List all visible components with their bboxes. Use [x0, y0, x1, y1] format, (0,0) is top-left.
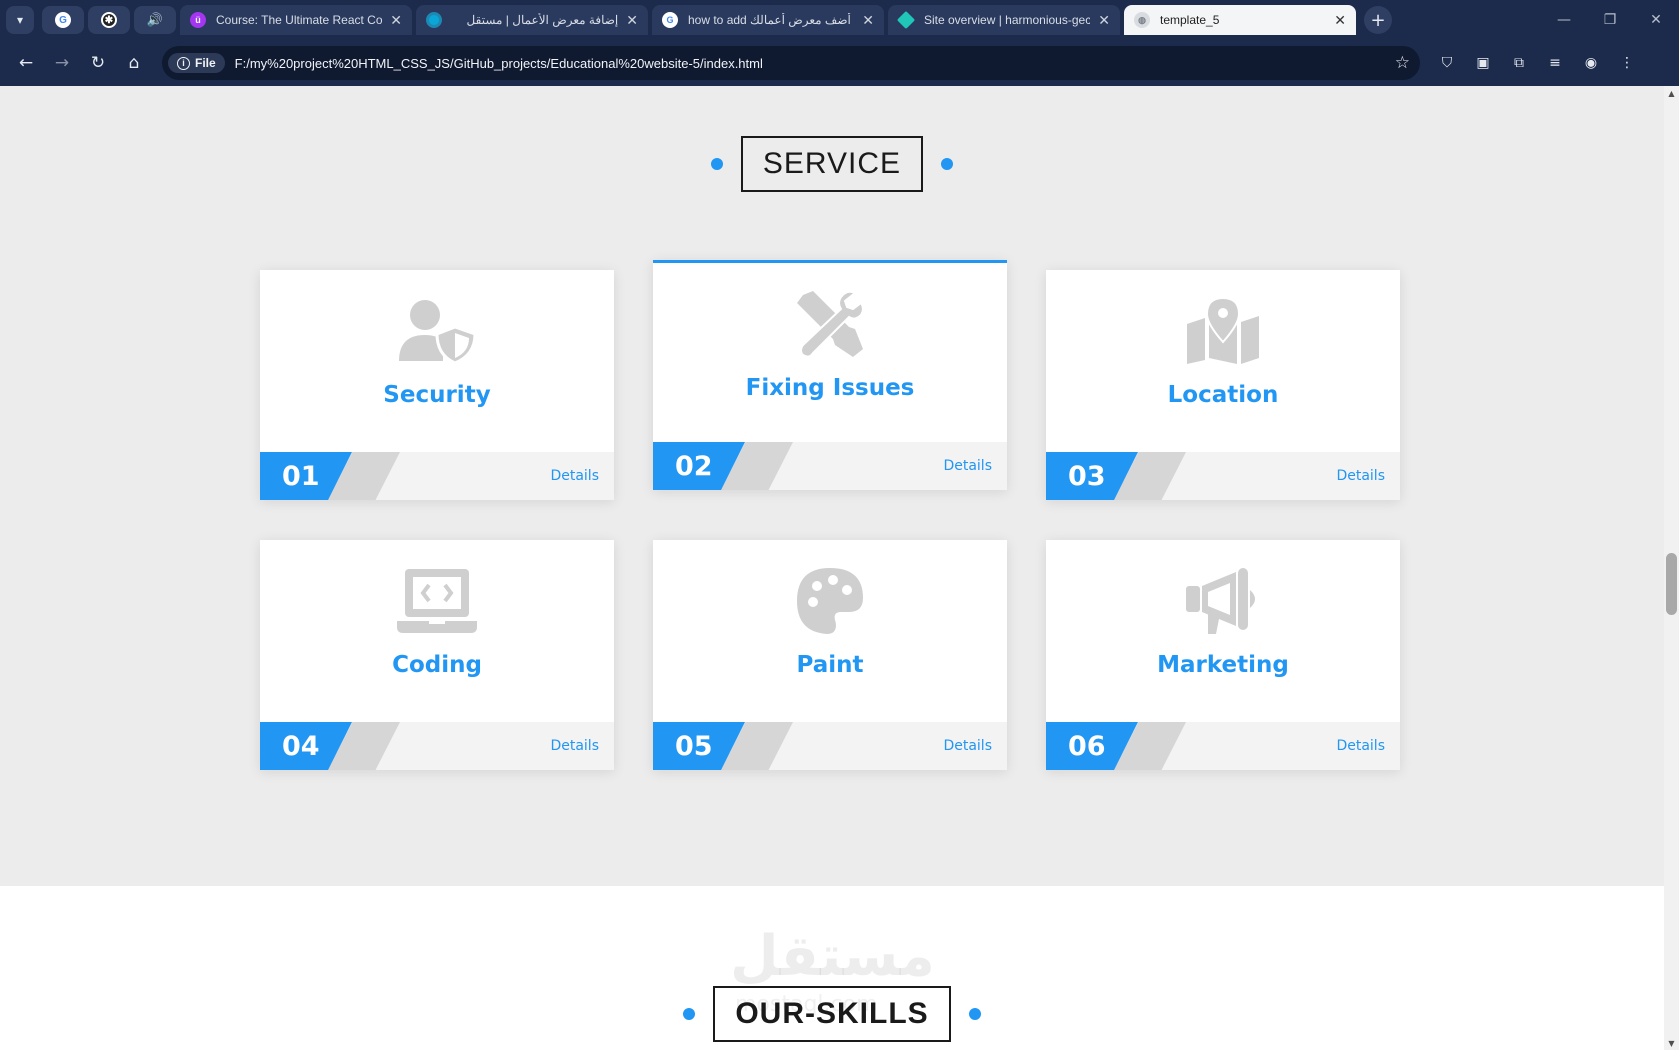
- service-card-security[interactable]: Security 01 Details: [260, 270, 614, 500]
- service-card-fixing-issues[interactable]: Fixing Issues 02 Details: [653, 260, 1007, 490]
- close-icon[interactable]: ✕: [862, 12, 874, 29]
- profile-avatar[interactable]: ◉: [1578, 50, 1604, 76]
- extensions-area: ⛉ ▣ ⧉ ≡ ◉ ⋮: [1434, 50, 1640, 76]
- pinned-tab-audio[interactable]: 🔊: [134, 6, 176, 34]
- close-icon[interactable]: ✕: [1334, 12, 1346, 29]
- vertical-scrollbar[interactable]: ▲ ▼: [1664, 86, 1679, 1050]
- site-info-chip[interactable]: i File: [168, 53, 225, 73]
- tab-title: how to add أضف معرض أعمالك: [688, 13, 851, 27]
- pinned-tab-google[interactable]: G: [42, 6, 84, 34]
- details-link[interactable]: Details: [550, 452, 599, 500]
- watermark-logo: مستقل: [730, 924, 935, 989]
- page-viewport: SERVICE Security 01 Details Fixing Issue…: [0, 86, 1664, 1050]
- service-name: Paint: [796, 652, 864, 678]
- forward-button[interactable]: →: [44, 45, 80, 81]
- arrow-left-icon: ←: [18, 53, 34, 73]
- udemy-icon: ü: [190, 12, 206, 28]
- card-footer: 01 Details: [260, 452, 614, 500]
- details-link[interactable]: Details: [1336, 452, 1385, 500]
- card-footer: 02 Details: [653, 442, 1007, 490]
- tab-google-search[interactable]: G how to add أضف معرض أعمالك ✕: [652, 5, 884, 35]
- tab-title: Site overview | harmonious-gec: [924, 13, 1091, 27]
- close-icon[interactable]: ✕: [390, 12, 402, 29]
- service-card-coding[interactable]: Coding 04 Details: [260, 540, 614, 770]
- puzzle-extensions-icon[interactable]: ⧉: [1506, 50, 1532, 76]
- home-button[interactable]: ⌂: [116, 45, 152, 81]
- google-icon: G: [662, 12, 678, 28]
- service-name: Security: [383, 382, 491, 408]
- restore-button[interactable]: ❐: [1587, 0, 1633, 40]
- close-icon[interactable]: ✕: [626, 12, 638, 29]
- service-heading-wrap: SERVICE: [0, 136, 1664, 192]
- new-tab-button[interactable]: +: [1364, 6, 1392, 34]
- tab-search-button[interactable]: ▾: [6, 6, 34, 34]
- laptop-code-icon: [397, 566, 477, 636]
- tools-icon: [790, 289, 870, 359]
- reload-icon: ↻: [90, 53, 106, 73]
- tab-netlify[interactable]: Site overview | harmonious-gec ✕: [888, 5, 1120, 35]
- toolbar: ← → ↻ ⌂ i File F:/my%20project%20HTML_CS…: [0, 40, 1679, 86]
- address-bar[interactable]: i File F:/my%20project%20HTML_CSS_JS/Git…: [162, 46, 1420, 80]
- google-icon: G: [55, 12, 71, 28]
- shield-extension-icon[interactable]: ⛉: [1434, 50, 1460, 76]
- map-location-icon: [1183, 296, 1263, 366]
- reload-button[interactable]: ↻: [80, 45, 116, 81]
- close-icon[interactable]: ✕: [1098, 12, 1110, 29]
- back-button[interactable]: ←: [8, 45, 44, 81]
- tab-title: إضافة معرض الأعمال | مستقل: [466, 13, 619, 27]
- scrollbar-thumb[interactable]: [1666, 553, 1677, 615]
- scroll-down-arrow-icon[interactable]: ▼: [1664, 1036, 1679, 1050]
- bitwarden-extension-icon[interactable]: ▣: [1470, 50, 1496, 76]
- details-link[interactable]: Details: [943, 442, 992, 490]
- home-icon: ⌂: [128, 53, 140, 73]
- skills-heading: OUR-SKILLS: [713, 986, 951, 1042]
- service-card-location[interactable]: Location 03 Details: [1046, 270, 1400, 500]
- bullhorn-icon: [1183, 566, 1263, 636]
- kebab-menu-icon[interactable]: ⋮: [1614, 50, 1640, 76]
- details-link[interactable]: Details: [1336, 722, 1385, 770]
- mostaql-icon: [426, 12, 442, 28]
- service-name: Marketing: [1157, 652, 1289, 678]
- palette-icon: [790, 566, 870, 636]
- site-info-label: File: [195, 56, 216, 70]
- window-controls: — ❐ ✕: [1541, 0, 1679, 40]
- card-footer: 05 Details: [653, 722, 1007, 770]
- tab-title: Course: The Ultimate React Cou: [216, 13, 383, 27]
- service-card-paint[interactable]: Paint 05 Details: [653, 540, 1007, 770]
- chevron-down-icon: ▾: [16, 13, 24, 27]
- plus-icon: +: [1370, 9, 1386, 31]
- tab-mostaql[interactable]: إضافة معرض الأعمال | مستقل ✕: [416, 5, 648, 35]
- tab-strip: ▾ G ✱ 🔊 ü Course: The Ultimate React Cou…: [0, 0, 1679, 40]
- service-heading: SERVICE: [740, 136, 924, 192]
- details-link[interactable]: Details: [550, 722, 599, 770]
- media-control-icon[interactable]: ≡: [1542, 50, 1568, 76]
- tab-udemy[interactable]: ü Course: The Ultimate React Cou ✕: [180, 5, 412, 35]
- user-shield-icon: [397, 296, 477, 366]
- info-icon: i: [177, 56, 190, 70]
- card-footer: 06 Details: [1046, 722, 1400, 770]
- netlify-icon: [896, 10, 916, 30]
- pinned-tab-chatgpt[interactable]: ✱: [88, 6, 130, 34]
- speaker-icon: 🔊: [146, 12, 164, 27]
- scroll-up-arrow-icon[interactable]: ▲: [1664, 86, 1679, 100]
- close-window-button[interactable]: ✕: [1633, 0, 1679, 40]
- minimize-button[interactable]: —: [1541, 0, 1587, 40]
- service-card-marketing[interactable]: Marketing 06 Details: [1046, 540, 1400, 770]
- globe-icon: ◍: [1134, 12, 1150, 28]
- skills-heading-wrap: OUR-SKILLS: [0, 986, 1664, 1042]
- card-footer: 03 Details: [1046, 452, 1400, 500]
- service-name: Location: [1167, 382, 1279, 408]
- arrow-right-icon: →: [54, 53, 70, 73]
- services-grid: Security 01 Details Fixing Issues 02 Det…: [260, 260, 1400, 770]
- tab-title: template_5: [1160, 13, 1220, 27]
- tab-template-5[interactable]: ◍ template_5 ✕: [1124, 5, 1356, 35]
- url-text[interactable]: F:/my%20project%20HTML_CSS_JS/GitHub_pro…: [235, 56, 1395, 71]
- details-link[interactable]: Details: [943, 722, 992, 770]
- service-name: Fixing Issues: [745, 375, 915, 401]
- service-name: Coding: [392, 652, 482, 678]
- bookmark-star-icon[interactable]: ☆: [1395, 53, 1410, 73]
- card-footer: 04 Details: [260, 722, 614, 770]
- chatgpt-icon: ✱: [101, 12, 117, 28]
